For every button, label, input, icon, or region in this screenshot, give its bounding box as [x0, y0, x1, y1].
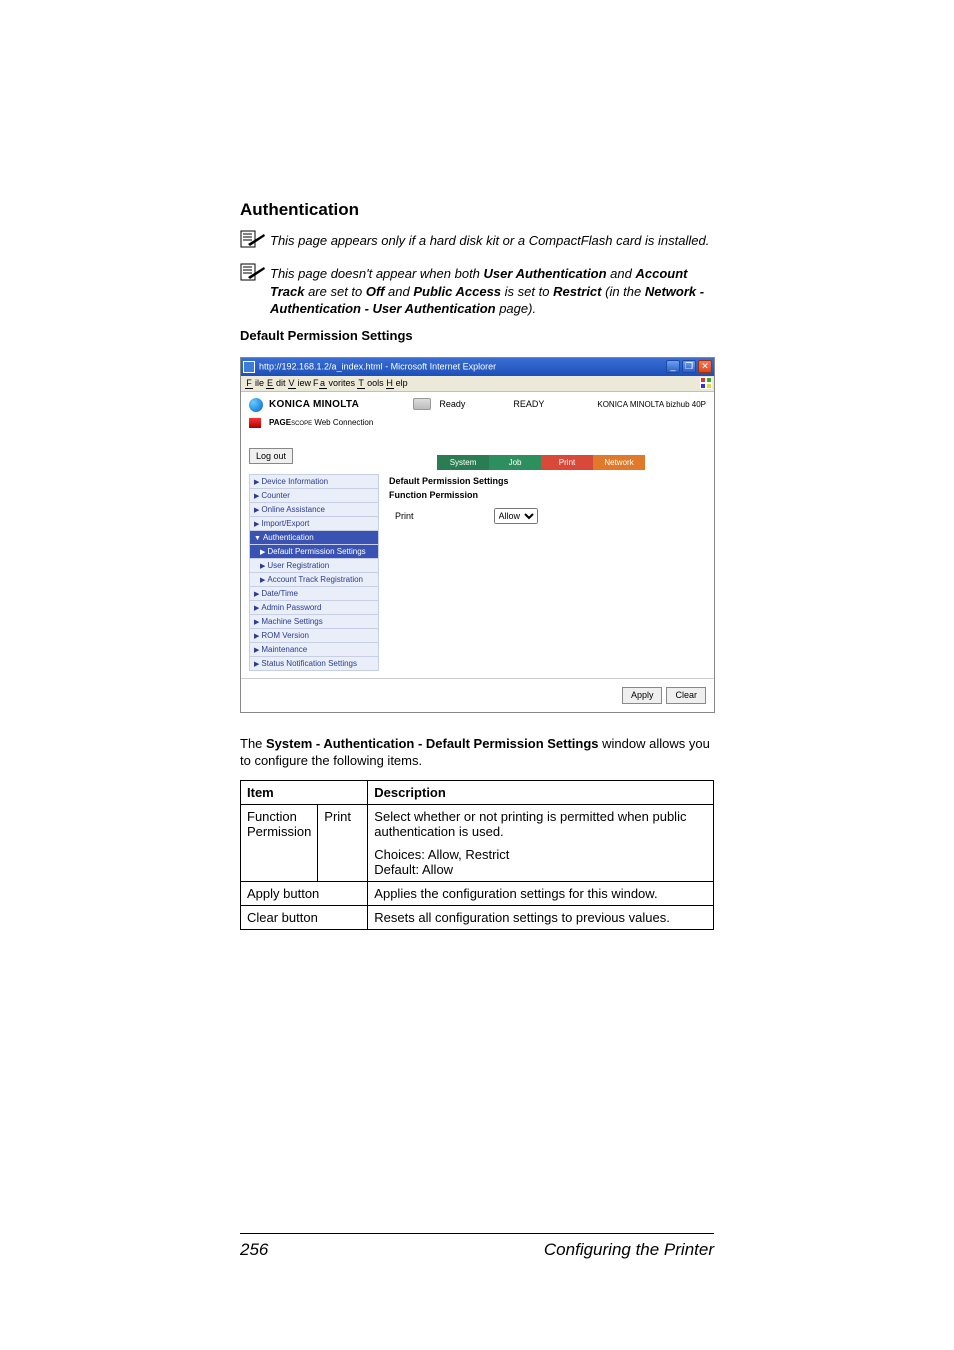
note-icon: [240, 263, 270, 286]
note-2-text: This page doesn't appear when both User …: [270, 263, 714, 318]
minimize-button[interactable]: _: [666, 360, 680, 373]
printer-status-icon: [413, 398, 431, 410]
cell-desc-1b: Choices: Allow, Restrict Default: Allow: [368, 843, 714, 882]
brand-sub: PAGESCOPE Web Connection: [269, 418, 373, 427]
permission-select[interactable]: Allow: [494, 508, 538, 524]
nav-maintenance[interactable]: ▶Maintenance: [249, 642, 379, 657]
subsection-heading: Default Permission Settings: [240, 328, 714, 343]
close-button[interactable]: ✕: [698, 360, 712, 373]
note-1: This page appears only if a hard disk ki…: [240, 230, 714, 253]
nav-online-assistance[interactable]: ▶Online Assistance: [249, 502, 379, 517]
menu-help[interactable]: Help: [386, 378, 408, 389]
menu-file[interactable]: File: [245, 378, 264, 389]
note-2: This page doesn't appear when both User …: [240, 263, 714, 318]
nav-admin-password[interactable]: ▶Admin Password: [249, 600, 379, 615]
nav-device-information[interactable]: ▶Device Information: [249, 474, 379, 489]
cell-print: Print: [318, 804, 368, 881]
page-number: 256: [240, 1240, 268, 1260]
page-footer: 256 Configuring the Printer: [240, 1233, 714, 1260]
window-titlebar: http://192.168.1.2/a_index.html - Micros…: [241, 358, 714, 376]
nav-import-export[interactable]: ▶Import/Export: [249, 516, 379, 531]
tab-print[interactable]: Print: [541, 455, 593, 470]
browser-menubar: File Edit View Favorites Tools Help: [241, 376, 714, 392]
menu-tools[interactable]: Tools: [357, 378, 384, 389]
sidebar-nav: ▶Device Information ▶Counter ▶Online Ass…: [249, 474, 379, 670]
logout-button[interactable]: Log out: [249, 448, 293, 464]
page-footer-title: Configuring the Printer: [544, 1240, 714, 1260]
nav-authentication[interactable]: ▼Authentication: [249, 530, 379, 545]
cell-clear-button: Clear button: [241, 905, 368, 929]
section-heading: Authentication: [240, 200, 714, 220]
tab-network[interactable]: Network: [593, 455, 645, 470]
nav-date-time[interactable]: ▶Date/Time: [249, 586, 379, 601]
note-1-text: This page appears only if a hard disk ki…: [270, 230, 709, 250]
status-label: Ready: [439, 399, 465, 409]
menu-edit[interactable]: Edit: [266, 378, 286, 389]
km-logo-icon: [249, 398, 263, 412]
content-section: Function Permission: [389, 490, 702, 500]
ie-logo-icon: [700, 377, 712, 389]
brand-name: KONICA MINOLTA: [269, 399, 359, 410]
menu-favorites[interactable]: Favorites: [313, 378, 355, 389]
nav-rom-version[interactable]: ▶ROM Version: [249, 628, 379, 643]
clear-button[interactable]: Clear: [666, 687, 706, 704]
device-name: KONICA MINOLTA bizhub 40P: [597, 398, 706, 409]
nav-status-notification[interactable]: ▶Status Notification Settings: [249, 656, 379, 671]
maximize-button[interactable]: ❐: [682, 360, 696, 373]
cell-desc-2: Applies the configuration settings for t…: [368, 881, 714, 905]
th-description: Description: [368, 780, 714, 804]
nav-account-track-registration[interactable]: ▶Account Track Registration: [249, 572, 379, 587]
cell-apply-button: Apply button: [241, 881, 368, 905]
apply-button[interactable]: Apply: [622, 687, 663, 704]
status-value: READY: [513, 399, 544, 409]
cell-desc-3: Resets all configuration settings to pre…: [368, 905, 714, 929]
nav-counter[interactable]: ▶Counter: [249, 488, 379, 503]
tab-system[interactable]: System: [437, 455, 489, 470]
embedded-browser-screenshot: http://192.168.1.2/a_index.html - Micros…: [240, 357, 715, 713]
window-title: http://192.168.1.2/a_index.html - Micros…: [243, 361, 496, 373]
body-paragraph: The System - Authentication - Default Pe…: [240, 735, 714, 770]
th-item: Item: [241, 780, 368, 804]
pagescope-logo-icon: [249, 418, 261, 428]
cell-desc-1a: Select whether or not printing is permit…: [368, 804, 714, 843]
menu-view[interactable]: View: [288, 378, 312, 389]
nav-user-registration[interactable]: ▶User Registration: [249, 558, 379, 573]
nav-machine-settings[interactable]: ▶Machine Settings: [249, 614, 379, 629]
nav-default-permission-settings[interactable]: ▶Default Permission Settings: [249, 544, 379, 559]
note-icon: [240, 230, 270, 253]
description-table: Item Description Function Permission Pri…: [240, 780, 714, 930]
tab-job[interactable]: Job: [489, 455, 541, 470]
cell-function-permission: Function Permission: [241, 804, 318, 881]
permission-row-label: Print: [395, 511, 414, 521]
content-title: Default Permission Settings: [389, 476, 702, 486]
